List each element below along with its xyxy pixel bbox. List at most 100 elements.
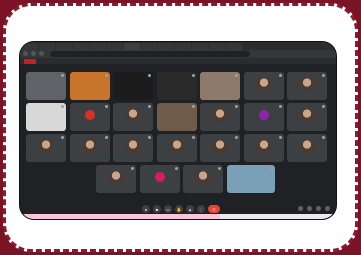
- mic-muted-icon: [235, 105, 238, 108]
- avatar: [299, 77, 315, 91]
- browser-tab[interactable]: [56, 43, 72, 50]
- browser-tab[interactable]: [192, 43, 208, 50]
- avatar: [299, 108, 315, 122]
- hand-icon[interactable]: ✋: [175, 205, 183, 213]
- bookmarks-bar: [20, 58, 336, 64]
- browser-window: ● ■ ▭ ✋ ▲ ⋮ ✆: [20, 42, 336, 219]
- avatar: [154, 172, 165, 182]
- participant-tile[interactable]: [96, 165, 136, 193]
- forward-icon[interactable]: [31, 51, 36, 56]
- avatar: [125, 139, 141, 153]
- back-icon[interactable]: [23, 51, 28, 56]
- participant-tile[interactable]: [200, 134, 240, 162]
- browser-tab[interactable]: [226, 43, 242, 50]
- bookmark-item[interactable]: [24, 58, 36, 64]
- chat-icon[interactable]: [316, 206, 321, 211]
- participant-tile[interactable]: [156, 103, 197, 131]
- tab-strip: [20, 42, 336, 50]
- participant-tile[interactable]: [243, 103, 284, 131]
- participant-tile[interactable]: [113, 134, 153, 162]
- mic-muted-icon: [191, 136, 195, 139]
- camera-icon[interactable]: ■: [153, 205, 161, 213]
- present-icon[interactable]: ▲: [186, 205, 194, 213]
- mic-muted-icon: [104, 105, 108, 108]
- taskbar: [20, 214, 336, 219]
- browser-tab[interactable]: [90, 43, 106, 50]
- mic-muted-icon: [104, 136, 108, 139]
- mic-icon[interactable]: ●: [142, 205, 150, 213]
- participant-tile[interactable]: [26, 103, 66, 131]
- browser-tab[interactable]: [158, 43, 174, 50]
- avatar: [81, 139, 98, 153]
- activities-icon[interactable]: [325, 206, 330, 211]
- avatar: [38, 139, 54, 153]
- avatar: [255, 139, 272, 153]
- participant-tile[interactable]: [287, 72, 327, 100]
- side-controls: [298, 206, 330, 211]
- mic-muted-icon: [148, 136, 151, 139]
- browser-tab[interactable]: [22, 43, 38, 50]
- mic-muted-icon: [191, 74, 195, 77]
- participant-tile[interactable]: [243, 72, 284, 100]
- control-buttons: ● ■ ▭ ✋ ▲ ⋮ ✆: [142, 205, 220, 213]
- mic-muted-icon: [148, 74, 151, 77]
- address-bar-row: [20, 50, 336, 58]
- captions-icon[interactable]: ▭: [164, 205, 172, 213]
- participant-tile[interactable]: [287, 134, 327, 162]
- mic-muted-icon: [322, 105, 325, 108]
- browser-tab-active[interactable]: [124, 43, 140, 50]
- participant-tile[interactable]: [26, 72, 66, 100]
- participant-tile[interactable]: [243, 134, 284, 162]
- mic-muted-icon: [191, 105, 195, 108]
- mic-muted-icon: [269, 167, 273, 170]
- mic-muted-icon: [218, 167, 221, 170]
- participant-tile[interactable]: [200, 103, 240, 131]
- mic-muted-icon: [235, 74, 238, 77]
- avatar: [195, 170, 211, 184]
- participant-tile[interactable]: [113, 72, 153, 100]
- hangup-button[interactable]: ✆: [208, 205, 220, 213]
- mic-muted-icon: [235, 136, 238, 139]
- participant-tile[interactable]: [69, 72, 110, 100]
- browser-tab[interactable]: [107, 43, 123, 50]
- browser-tab[interactable]: [209, 43, 225, 50]
- mic-muted-icon: [322, 136, 325, 139]
- reload-icon[interactable]: [39, 51, 44, 56]
- participant-tile[interactable]: [226, 165, 275, 193]
- browser-tab[interactable]: [175, 43, 191, 50]
- more-icon[interactable]: ⋮: [197, 205, 205, 213]
- participant-tile[interactable]: [156, 72, 197, 100]
- avatar: [84, 110, 95, 120]
- avatar: [255, 77, 272, 91]
- mic-muted-icon: [322, 74, 325, 77]
- mic-muted-icon: [104, 74, 108, 77]
- mic-muted-icon: [278, 136, 282, 139]
- participant-tile[interactable]: [113, 103, 153, 131]
- avatar: [125, 108, 141, 122]
- url-input[interactable]: [50, 51, 250, 57]
- participant-tile[interactable]: [139, 165, 180, 193]
- participant-tile[interactable]: [183, 165, 223, 193]
- browser-tab[interactable]: [39, 43, 55, 50]
- avatar: [168, 139, 185, 153]
- browser-tab[interactable]: [141, 43, 157, 50]
- browser-tab[interactable]: [73, 43, 89, 50]
- participant-tile[interactable]: [69, 134, 110, 162]
- participant-tile[interactable]: [26, 134, 66, 162]
- mic-muted-icon: [61, 74, 64, 77]
- avatar: [299, 139, 315, 153]
- avatar: [212, 139, 228, 153]
- participant-tile[interactable]: [287, 103, 327, 131]
- participant-tile[interactable]: [156, 134, 197, 162]
- people-icon[interactable]: [307, 206, 312, 211]
- avatar: [212, 108, 228, 122]
- mic-muted-icon: [61, 105, 64, 108]
- mic-muted-icon: [148, 105, 151, 108]
- mic-muted-icon: [61, 136, 64, 139]
- mic-muted-icon: [131, 167, 134, 170]
- info-icon[interactable]: [298, 206, 303, 211]
- participant-tile[interactable]: [69, 103, 110, 131]
- mic-muted-icon: [278, 74, 282, 77]
- taskbar-highlight: [20, 214, 220, 219]
- participant-tile[interactable]: [200, 72, 240, 100]
